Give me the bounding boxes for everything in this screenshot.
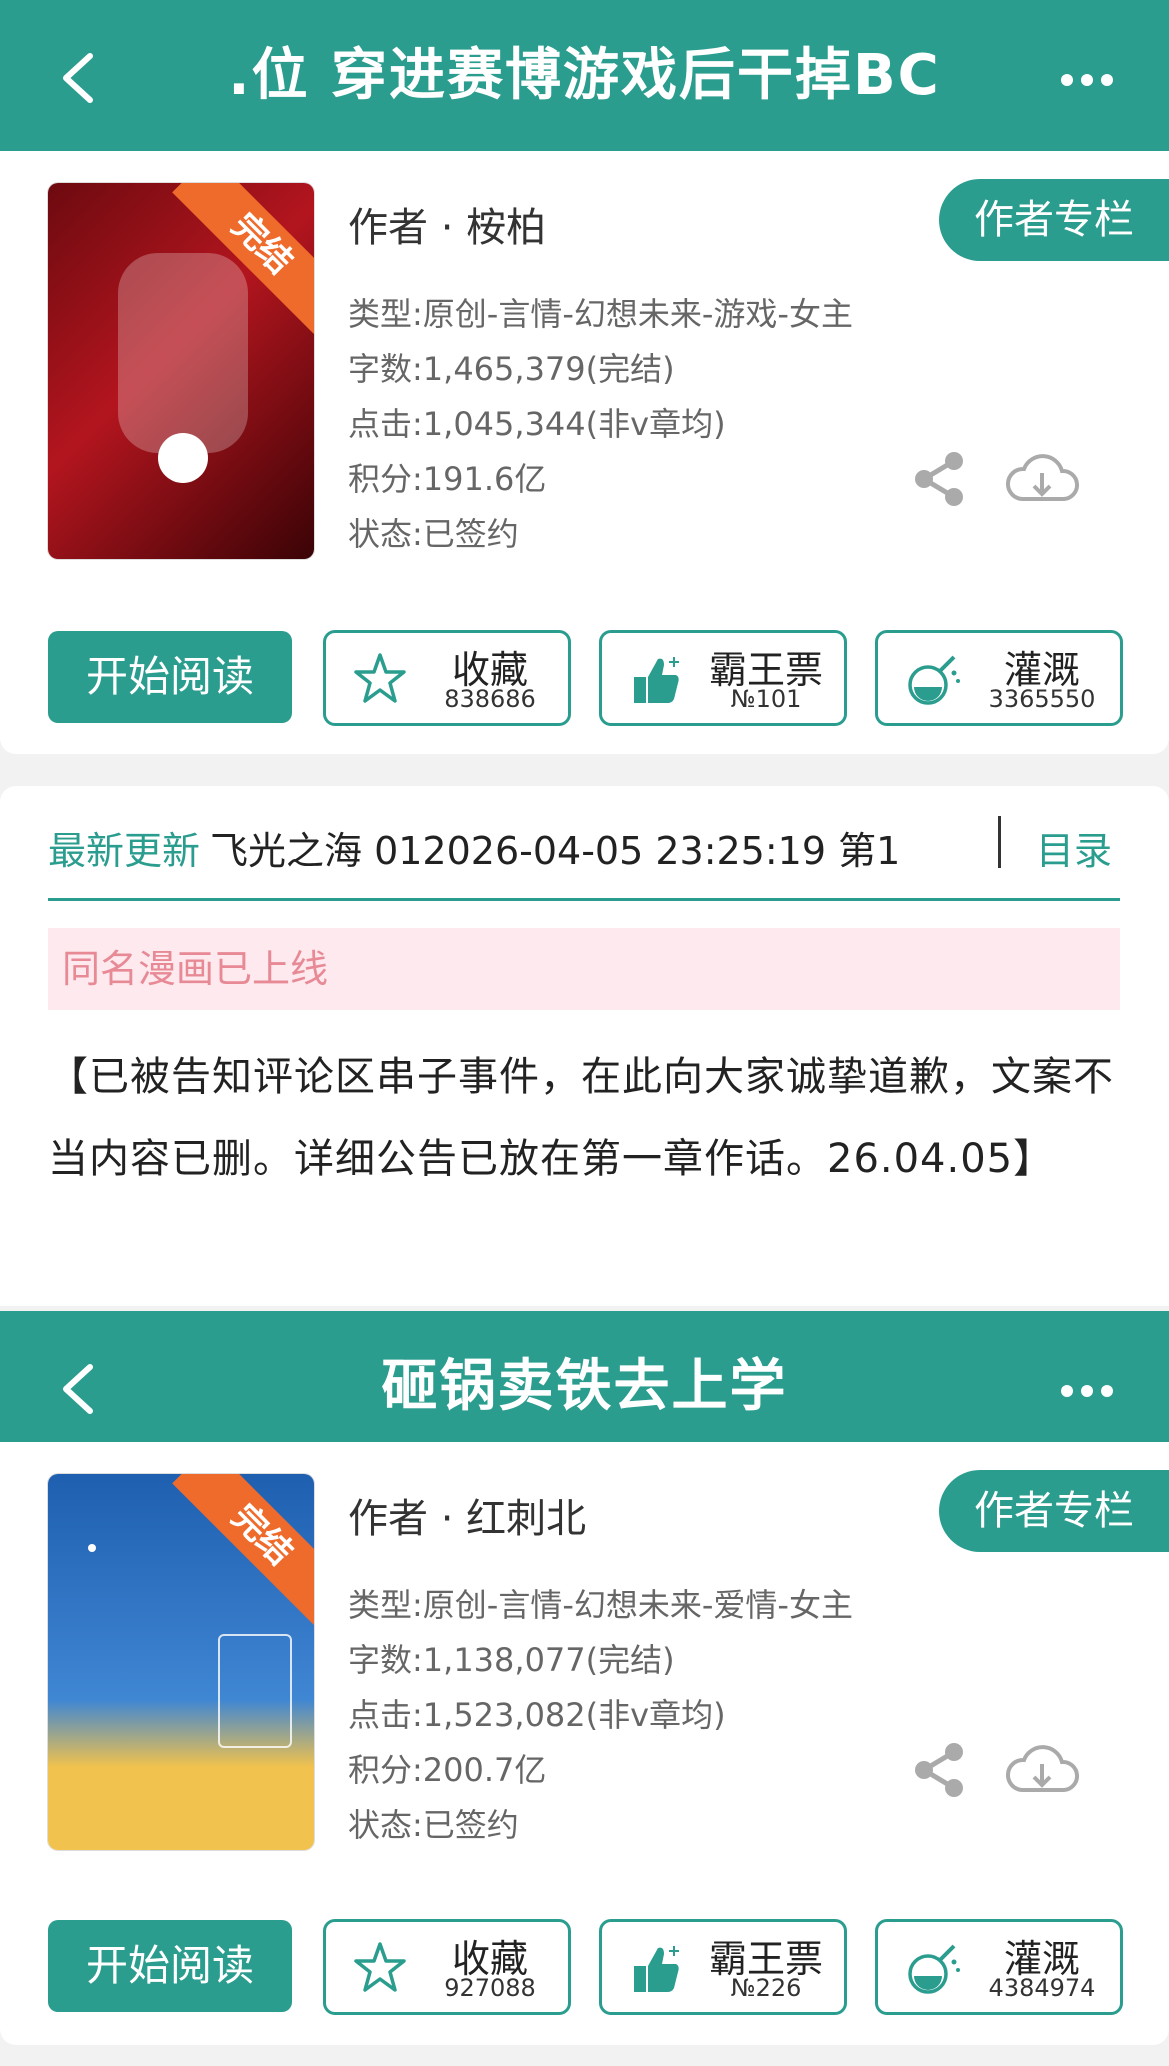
- download-cloud-icon[interactable]: [1004, 1738, 1080, 1802]
- start-reading-button[interactable]: 开始阅读: [48, 1920, 292, 2012]
- divider: [998, 816, 1001, 868]
- cover-art-shape: [118, 253, 248, 453]
- book-category: 类型:原创-言情-幻想未来-爱情-女主: [348, 1586, 853, 1624]
- author-name[interactable]: 作者 · 红刺北: [348, 1486, 586, 1544]
- download-cloud-icon[interactable]: [1004, 447, 1080, 511]
- book-word-count: 字数:1,138,077(完结): [348, 1641, 675, 1679]
- watering-flask-icon: [908, 655, 960, 705]
- author-column-button[interactable]: 作者专栏: [939, 179, 1169, 261]
- irrigate-count: 3365550: [988, 685, 1096, 713]
- overlord-vote-button[interactable]: 霸王票 №101: [599, 630, 847, 726]
- top-nav-bar: .位 穿进赛博游戏后干掉BC: [0, 0, 1169, 151]
- latest-update-label: 最新更新: [48, 829, 201, 873]
- favorite-count: 927088: [444, 1974, 536, 2002]
- book-info-card: 完结 作者 · 红刺北 作者专栏 类型:原创-言情-幻想未来-爱情-女主 字数:…: [0, 1442, 1169, 2045]
- favorite-button[interactable]: 收藏 927088: [323, 1919, 571, 2015]
- top-nav-bar: 砸锅卖铁去上学: [0, 1311, 1169, 1462]
- overlord-vote-button[interactable]: 霸王票 №226: [599, 1919, 847, 2015]
- completed-badge: 完结: [172, 1474, 314, 1625]
- book-status: 状态:已签约: [348, 515, 519, 553]
- divider-line: [48, 898, 1120, 901]
- star-icon: [354, 653, 406, 703]
- book-info-card: 完结 作者 · 桉柏 作者专栏 类型:原创-言情-幻想未来-游戏-女主 字数:1…: [0, 151, 1169, 754]
- book-score: 积分:191.6亿: [348, 460, 547, 498]
- author-name[interactable]: 作者 · 桉柏: [348, 195, 546, 253]
- book-meta: 类型:原创-言情-幻想未来-爱情-女主 字数:1,138,077(完结) 点击:…: [348, 1578, 853, 1853]
- page-title: .位 穿进赛博游戏后干掉BC: [228, 43, 941, 108]
- back-arrow-icon[interactable]: [52, 48, 112, 108]
- more-options-icon[interactable]: [1057, 60, 1117, 100]
- irrigate-button[interactable]: 灌溉 3365550: [875, 630, 1123, 726]
- more-options-icon[interactable]: [1057, 1371, 1117, 1411]
- page-title: 砸锅卖铁去上学: [381, 1354, 788, 1419]
- author-announcement: 【已被告知评论区串子事件，在此向大家诚挚道歉，文案不当内容已删。详细公告已放在第…: [48, 1054, 1114, 1182]
- latest-update-card: 最新更新 飞光之海 012026-04-05 23:25:19 第1 目录 同名…: [0, 786, 1169, 1306]
- watering-flask-icon: [908, 1944, 960, 1994]
- cover-art-title: [78, 1514, 138, 1714]
- cover-art-moon: [158, 433, 208, 483]
- author-column-button[interactable]: 作者专栏: [939, 1470, 1169, 1552]
- cover-art-star: [88, 1544, 96, 1552]
- book-clicks: 点击:1,045,344(非v章均): [348, 405, 726, 443]
- back-arrow-icon[interactable]: [52, 1359, 112, 1419]
- table-of-contents-link[interactable]: 目录: [1036, 820, 1112, 875]
- favorite-button[interactable]: 收藏 838686: [323, 630, 571, 726]
- book-status: 状态:已签约: [348, 1806, 519, 1844]
- start-reading-button[interactable]: 开始阅读: [48, 631, 292, 723]
- book-cover[interactable]: 完结: [48, 183, 314, 559]
- share-icon[interactable]: [910, 1740, 970, 1800]
- overlord-vote-rank: №226: [730, 1974, 802, 2002]
- share-icon[interactable]: [910, 449, 970, 509]
- book-clicks: 点击:1,523,082(非v章均): [348, 1696, 726, 1734]
- book-word-count: 字数:1,465,379(完结): [348, 350, 675, 388]
- thumbs-up-icon: [634, 657, 679, 703]
- cover-art-ship: [218, 1634, 292, 1748]
- book-score: 积分:200.7亿: [348, 1751, 547, 1789]
- book-category: 类型:原创-言情-幻想未来-游戏-女主: [348, 295, 853, 333]
- irrigate-button[interactable]: 灌溉 4384974: [875, 1919, 1123, 2015]
- overlord-vote-rank: №101: [730, 685, 802, 713]
- manga-notice[interactable]: 同名漫画已上线: [48, 928, 1120, 1010]
- star-icon: [354, 1942, 406, 1992]
- irrigate-count: 4384974: [988, 1974, 1096, 2002]
- latest-update-chapter[interactable]: 飞光之海 012026-04-05 23:25:19 第1: [210, 820, 970, 875]
- favorite-count: 838686: [444, 685, 536, 713]
- book-cover[interactable]: 完结: [48, 1474, 314, 1850]
- book-meta: 类型:原创-言情-幻想未来-游戏-女主 字数:1,465,379(完结) 点击:…: [348, 287, 853, 562]
- thumbs-up-icon: [634, 1946, 679, 1992]
